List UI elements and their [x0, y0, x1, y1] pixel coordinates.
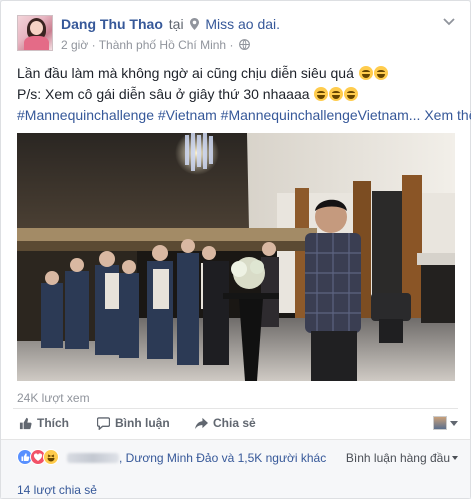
at-text: tại	[168, 16, 184, 32]
reactors-link[interactable]: , Dương Minh Đảo và 1,5K người khác	[67, 451, 326, 465]
meta-separator-2: ·	[229, 38, 234, 52]
post-footer: , Dương Minh Đảo và 1,5K người khác Bình…	[1, 439, 470, 498]
caret-down-icon	[450, 420, 458, 426]
reactions-bar: , Dương Minh Đảo và 1,5K người khác Bình…	[17, 449, 458, 467]
laughing-emoji-icon	[358, 66, 373, 80]
hashtags-link[interactable]: #Mannequinchallenge #Vietnam #Mannequinc…	[17, 107, 420, 123]
video-player[interactable]	[17, 133, 455, 381]
share-count-link[interactable]: 14 lượt chia sẻ	[17, 483, 97, 497]
reactors-text: , Dương Minh Đảo và 1,5K người khác	[119, 451, 327, 465]
thumbs-up-icon	[19, 417, 32, 429]
comment-sort-dropdown[interactable]: Bình luận hàng đầu	[346, 451, 458, 465]
post-header: Dang Thu Thao tại Miss ao dai. 2 giờ · T…	[17, 15, 458, 55]
video-frame	[17, 133, 455, 381]
share-label: Chia sẻ	[213, 416, 256, 430]
post-time-link[interactable]: 2 giờ	[61, 38, 88, 52]
comment-label: Bình luận	[115, 416, 170, 430]
haha-reaction-icon	[43, 449, 59, 465]
post-line-2-text: P/s: Xem cô gái diễn sâu ở giây thứ 30 n…	[17, 86, 310, 102]
laughing-emoji-icon	[329, 87, 344, 101]
sharer-avatar	[433, 416, 447, 430]
globe-icon[interactable]	[238, 39, 250, 50]
share-arrow-icon	[195, 417, 208, 429]
post-line-2: P/s: Xem cô gái diễn sâu ở giây thứ 30 n…	[17, 84, 458, 105]
post-line-3: #Mannequinchallenge #Vietnam #Mannequinc…	[17, 105, 471, 126]
feed-post: Dang Thu Thao tại Miss ao dai. 2 giờ · T…	[0, 0, 471, 499]
view-count: 24K lượt xem	[17, 391, 90, 405]
city-link[interactable]: Thành phố Hồ Chí Minh	[99, 38, 226, 52]
laughing-emoji-icon	[373, 66, 388, 80]
laughing-emoji-icon	[314, 87, 329, 101]
reaction-icons[interactable]	[17, 449, 59, 465]
comment-icon	[97, 416, 110, 430]
post-text: Lần đầu làm mà không ngờ ai cũng chịu di…	[17, 63, 471, 126]
author-avatar[interactable]	[17, 15, 53, 51]
like-label: Thích	[37, 416, 69, 430]
action-bar: Thích Bình luận Chia sẻ	[17, 416, 458, 436]
location-pin-icon	[190, 18, 200, 30]
share-as-selector[interactable]	[433, 416, 458, 430]
like-button[interactable]: Thích	[19, 416, 69, 430]
see-more-link[interactable]: Xem thêm	[424, 107, 471, 123]
comment-sort-label: Bình luận hàng đầu	[345, 451, 450, 465]
share-button[interactable]: Chia sẻ	[195, 416, 256, 430]
author-name-link[interactable]: Dang Thu Thao	[61, 16, 163, 32]
divider	[13, 408, 458, 409]
meta-separator: ·	[91, 38, 96, 52]
post-meta: 2 giờ · Thành phố Hồ Chí Minh ·	[61, 38, 250, 52]
post-line-1: Lần đầu làm mà không ngờ ai cũng chịu di…	[17, 63, 458, 84]
laughing-emoji-icon	[344, 87, 359, 101]
caret-down-icon	[452, 456, 458, 460]
location-link[interactable]: Miss ao dai.	[205, 16, 280, 32]
comment-button[interactable]: Bình luận	[97, 416, 170, 430]
post-line-1-text: Lần đầu làm mà không ngờ ai cũng chịu di…	[17, 65, 354, 81]
author-line: Dang Thu Thao tại Miss ao dai.	[61, 16, 280, 32]
chevron-down-icon[interactable]	[442, 17, 456, 27]
redacted-name	[67, 453, 119, 463]
